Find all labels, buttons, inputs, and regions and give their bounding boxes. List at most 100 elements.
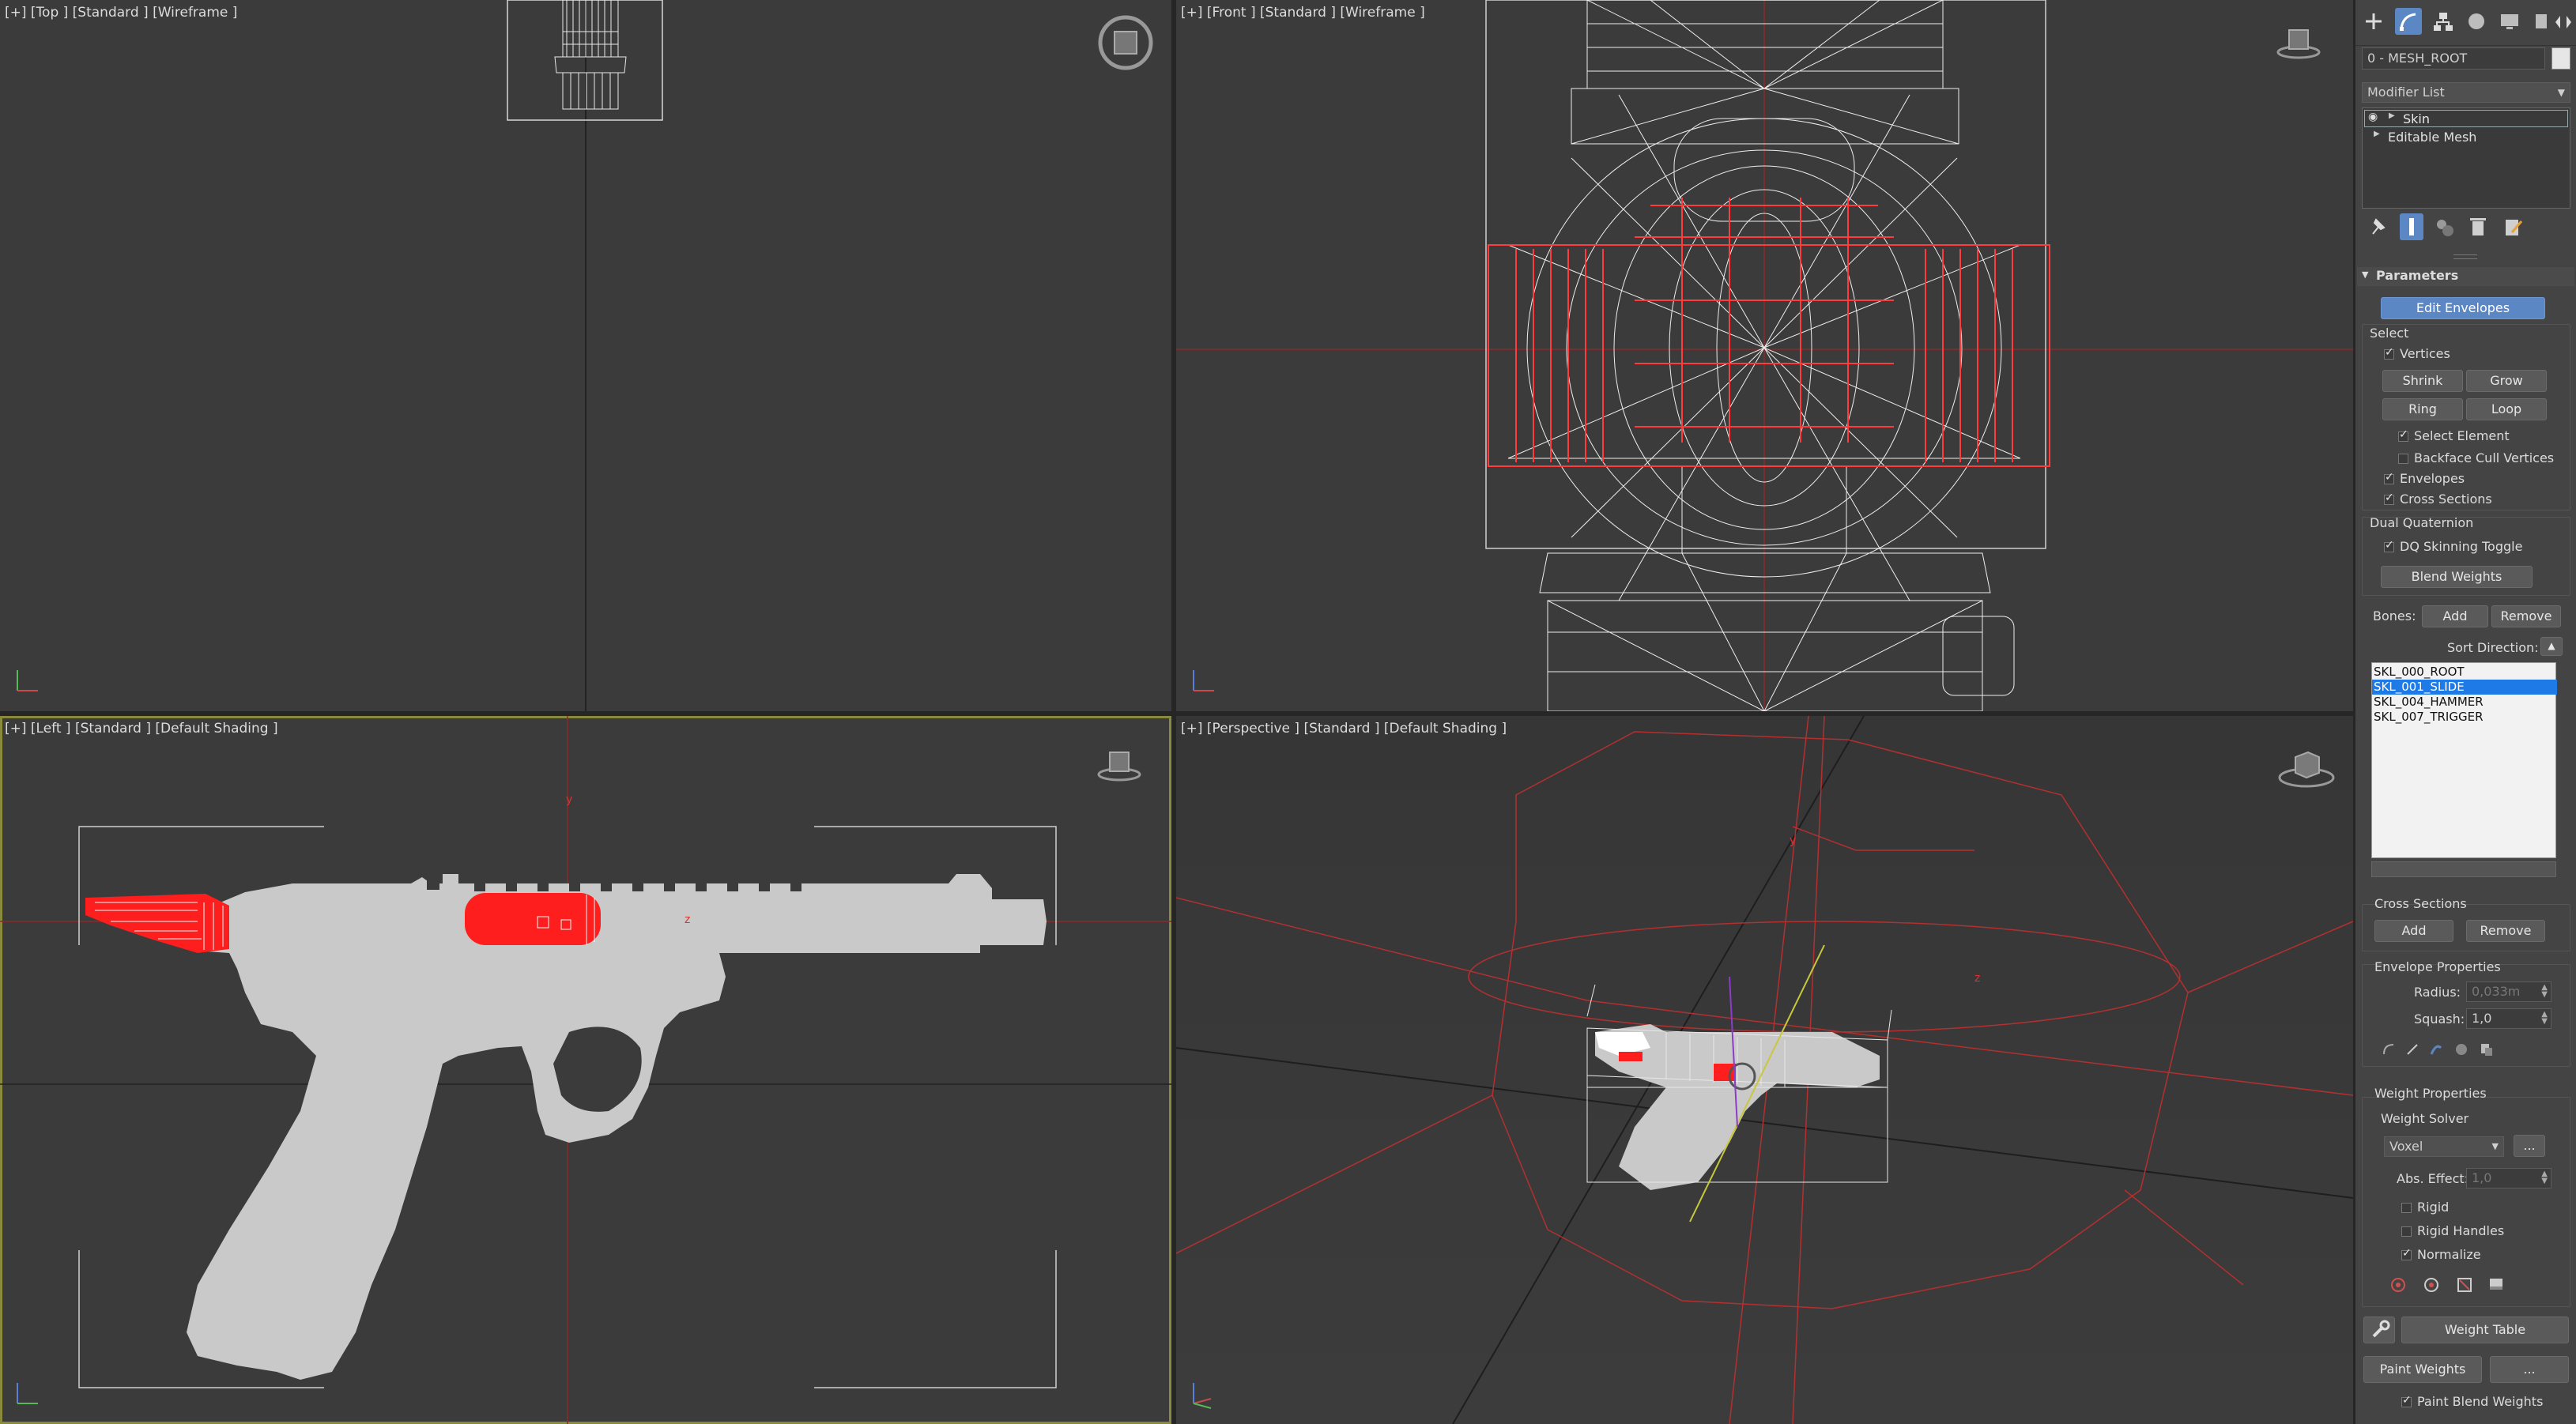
make-unique-icon[interactable] [2433, 215, 2457, 239]
bones-list[interactable]: SKL_000_ROOT SKL_001_SLIDE SKL_004_HAMME… [2371, 662, 2557, 858]
weight-table-button[interactable]: Weight Table [2401, 1317, 2569, 1343]
create-icon[interactable] [2362, 9, 2386, 33]
viewport-label-left[interactable]: [+] [Left ] [Standard ] [Default Shading… [5, 721, 278, 736]
parameters-rollout-header[interactable]: ▼ Parameters [2357, 267, 2574, 286]
hierarchy-icon[interactable] [2431, 9, 2455, 33]
grow-button[interactable]: Grow [2466, 370, 2547, 392]
weight-solver-dropdown[interactable]: Voxel ▼ [2384, 1136, 2504, 1157]
dq-skinning-label: DQ Skinning Toggle [2400, 539, 2523, 554]
expand-arrow-icon[interactable]: ▶ [2389, 111, 2395, 120]
modifier-list-dropdown[interactable]: Modifier List ▼ [2362, 82, 2570, 103]
viewport-perspective[interactable]: y z [+] [Perspective ] [Standard ] [Defa… [1176, 716, 2353, 1424]
motion-icon[interactable] [2465, 9, 2488, 33]
backface-cull-label: Backface Cull Vertices [2414, 450, 2555, 465]
viewport-label-perspective[interactable]: [+] [Perspective ] [Standard ] [Default … [1181, 721, 1507, 736]
viewcube-icon[interactable] [2275, 24, 2322, 63]
vertices-checkbox[interactable] [2384, 346, 2394, 360]
viewport-left[interactable]: y z [+] [Left ] [Standard ] [Default Sha… [0, 716, 1171, 1424]
bake-weights-icon[interactable] [2487, 1275, 2506, 1294]
spinner-arrows-icon[interactable]: ▲ ▼ [2541, 1011, 2548, 1026]
backface-cull-checkbox[interactable] [2398, 454, 2408, 464]
paint-options-button[interactable]: ... [2490, 1356, 2569, 1383]
envelope-visibility-icon[interactable] [2427, 1040, 2446, 1059]
modify-tab[interactable] [2395, 8, 2422, 35]
weight-tool-button[interactable] [2363, 1317, 2395, 1343]
solver-options-button[interactable]: ... [2514, 1135, 2545, 1157]
rigid-handles-checkbox[interactable] [2401, 1226, 2412, 1237]
display-icon[interactable] [2498, 9, 2521, 33]
shrink-button[interactable]: Shrink [2382, 370, 2463, 392]
abs-effect-spinner[interactable]: 1,0 ▲ ▼ [2466, 1168, 2551, 1189]
utilities-icon[interactable] [2531, 9, 2551, 33]
copy-envelope-icon[interactable] [2477, 1040, 2496, 1059]
parameters-title: Parameters [2376, 268, 2459, 283]
abs-effect-value: 1,0 [2472, 1170, 2492, 1185]
squash-spinner[interactable]: 1,0 ▲ ▼ [2466, 1008, 2551, 1029]
envelope-properties-title: Envelope Properties [2374, 959, 2501, 974]
stack-item-editable-mesh[interactable]: ▶ Editable Mesh [2364, 129, 2568, 146]
tabs-scroll-right-icon[interactable] [2564, 13, 2574, 32]
delete-modifier-icon[interactable] [2466, 215, 2490, 239]
axis-tripod-icon [17, 1383, 38, 1404]
ring-button[interactable]: Ring [2382, 398, 2463, 420]
falloff-icon[interactable] [2452, 1040, 2471, 1059]
envelope-relative-icon[interactable] [2403, 1040, 2422, 1059]
dq-skinning-checkbox[interactable] [2384, 539, 2394, 552]
panel-resize-handle[interactable] [2453, 254, 2477, 259]
paint-blend-weights-label: Paint Blend Weights [2417, 1394, 2544, 1409]
exclude-verts-icon[interactable] [2389, 1275, 2408, 1294]
select-excluded-icon[interactable] [2455, 1275, 2474, 1294]
edit-envelopes-button[interactable]: Edit Envelopes [2381, 297, 2545, 319]
object-color-swatch[interactable] [2551, 47, 2570, 70]
stack-item-skin[interactable]: ◉ ▶ Skin [2364, 110, 2568, 127]
paint-weights-button[interactable]: Paint Weights [2363, 1356, 2482, 1383]
svg-text:z: z [1974, 972, 1980, 985]
dual-quaternion-title: Dual Quaternion [2370, 515, 2474, 530]
viewport-front[interactable]: [+] [Front ] [Standard ] [Wireframe ] [1176, 0, 2353, 711]
svg-text:z: z [685, 914, 690, 926]
expand-arrow-icon[interactable]: ▶ [2374, 130, 2380, 138]
spinner-arrows-icon[interactable]: ▲ ▼ [2541, 1170, 2548, 1185]
blend-weights-button[interactable]: Blend Weights [2381, 566, 2533, 588]
viewport-label-front[interactable]: [+] [Front ] [Standard ] [Wireframe ] [1181, 5, 1425, 21]
list-item[interactable]: SKL_004_HAMMER [2372, 695, 2557, 710]
viewport-label-top[interactable]: [+] [Top ] [Standard ] [Wireframe ] [5, 5, 237, 21]
envelopes-checkbox[interactable] [2384, 471, 2394, 484]
bones-add-button[interactable]: Add [2422, 605, 2488, 627]
rigid-label: Rigid [2417, 1200, 2450, 1215]
viewcube-icon[interactable] [1096, 746, 1143, 785]
select-element-label: Select Element [2414, 428, 2510, 443]
navcube-icon[interactable] [1096, 13, 1156, 73]
sort-direction-button[interactable]: ▲ [2540, 637, 2563, 656]
list-item[interactable]: SKL_000_ROOT [2372, 665, 2557, 680]
rigid-checkbox[interactable] [2401, 1203, 2412, 1213]
list-item[interactable]: SKL_007_TRIGGER [2372, 710, 2557, 725]
viewport-top[interactable]: [+] [Top ] [Standard ] [Wireframe ] [0, 0, 1171, 711]
cross-section-add-button[interactable]: Add [2374, 920, 2453, 942]
include-verts-icon[interactable] [2422, 1275, 2441, 1294]
bones-horizontal-scrollbar[interactable] [2371, 861, 2556, 877]
bones-remove-button[interactable]: Remove [2491, 605, 2561, 627]
tabs-scroll-left-icon[interactable] [2553, 13, 2563, 32]
loop-button[interactable]: Loop [2466, 398, 2547, 420]
squash-value: 1,0 [2472, 1011, 2492, 1026]
list-item[interactable]: SKL_001_SLIDE [2372, 680, 2557, 695]
object-name-field[interactable]: 0 - MESH_ROOT [2362, 47, 2545, 70]
cross-sections-checkbox[interactable] [2384, 492, 2394, 505]
radius-spinner[interactable]: 0,033m ▲ ▼ [2466, 981, 2551, 1002]
rigid-handles-label: Rigid Handles [2417, 1223, 2505, 1238]
select-element-checkbox[interactable] [2398, 428, 2408, 442]
envelope-absolute-icon[interactable] [2379, 1040, 2398, 1059]
svg-text:y: y [566, 793, 572, 806]
paint-blend-weights-checkbox[interactable] [2401, 1394, 2412, 1407]
select-group-title: Select [2370, 326, 2409, 341]
cross-section-remove-button[interactable]: Remove [2466, 920, 2545, 942]
show-end-result-button[interactable] [2400, 213, 2423, 240]
configure-modifier-sets-icon[interactable] [2501, 215, 2525, 239]
normalize-checkbox[interactable] [2401, 1247, 2412, 1260]
viewcube-icon[interactable] [2276, 746, 2337, 793]
left-view-pistol: y z [0, 716, 1171, 1424]
pin-stack-icon[interactable] [2367, 215, 2389, 239]
spinner-arrows-icon[interactable]: ▲ ▼ [2541, 984, 2548, 999]
eye-icon[interactable]: ◉ [2368, 111, 2378, 123]
